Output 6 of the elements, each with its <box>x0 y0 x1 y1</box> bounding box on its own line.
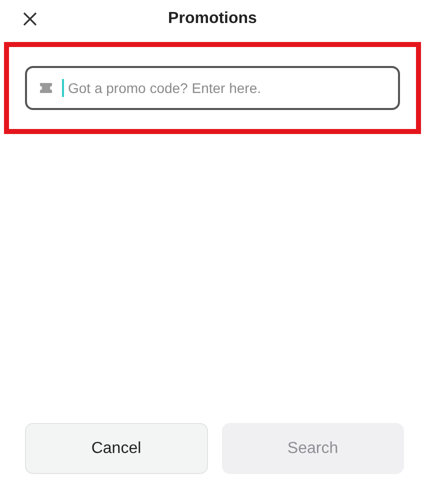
close-icon[interactable] <box>23 12 37 26</box>
text-cursor <box>62 79 64 97</box>
ticket-icon <box>39 82 53 94</box>
screen-title: Promotions <box>167 10 258 28</box>
cancel-button[interactable]: Cancel <box>25 423 208 474</box>
promo-code-field[interactable]: Got a promo code? Enter here. <box>25 66 400 110</box>
